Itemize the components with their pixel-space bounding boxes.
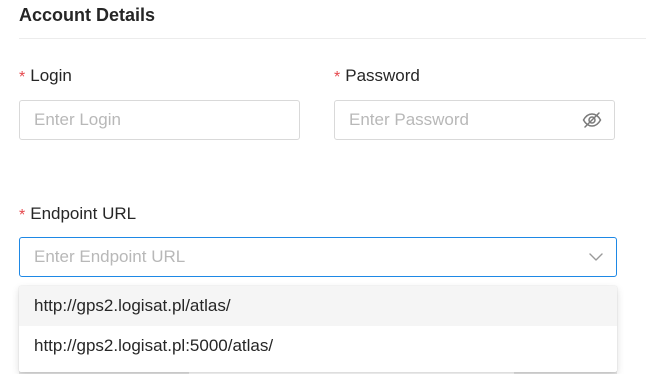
endpoint-url-input[interactable] — [34, 247, 572, 267]
section-divider — [19, 38, 646, 39]
endpoint-option[interactable]: http://gps2.logisat.pl/atlas/ — [19, 286, 617, 326]
endpoint-options-list: http://gps2.logisat.pl/atlas/ http://gps… — [19, 286, 617, 366]
chevron-down-icon[interactable] — [588, 252, 604, 262]
login-label: * Login — [19, 66, 72, 86]
endpoint-label-text: Endpoint URL — [30, 204, 137, 223]
required-mark: * — [334, 69, 341, 86]
password-input[interactable] — [349, 110, 570, 130]
required-mark: * — [19, 207, 26, 224]
section-title: Account Details — [19, 5, 156, 25]
eye-slash-icon[interactable] — [582, 111, 602, 129]
endpoint-url-select[interactable] — [19, 237, 617, 277]
login-field[interactable] — [19, 100, 300, 140]
login-input[interactable] — [34, 110, 285, 130]
password-label-text: Password — [345, 66, 420, 85]
endpoint-label: * Endpoint URL — [19, 204, 136, 224]
password-field[interactable] — [334, 100, 615, 140]
endpoint-url-dropdown: http://gps2.logisat.pl/atlas/ http://gps… — [19, 286, 617, 372]
required-mark: * — [19, 69, 26, 86]
endpoint-option[interactable]: http://gps2.logisat.pl:5000/atlas/ — [19, 326, 617, 366]
login-label-text: Login — [30, 66, 72, 85]
password-label: * Password — [334, 66, 420, 86]
account-details-form: Account Details * Login * Password * End… — [0, 0, 646, 374]
